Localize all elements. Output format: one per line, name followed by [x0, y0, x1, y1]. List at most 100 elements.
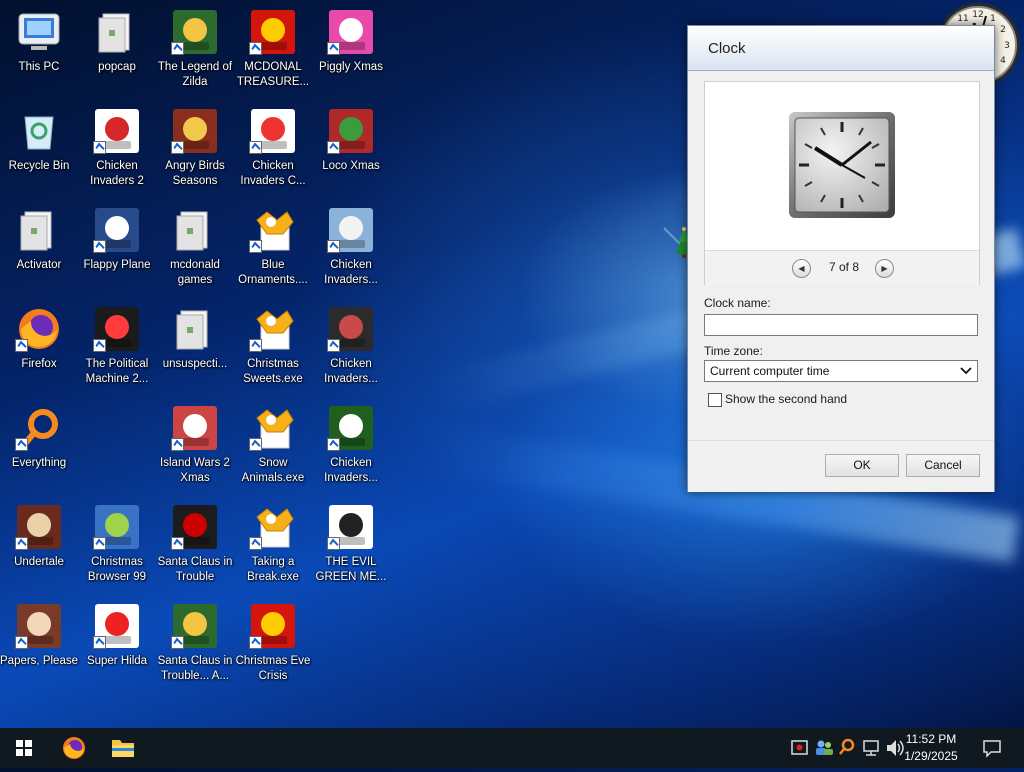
shortcut-arrow-icon	[327, 240, 340, 253]
show-second-hand-checkbox[interactable]	[708, 393, 722, 407]
shortcut-arrow-icon	[93, 537, 106, 550]
desktop-icon-label: Flappy Plane	[83, 259, 151, 271]
desktop-icon[interactable]: Activator	[0, 200, 78, 298]
tray-security-button[interactable]	[788, 728, 812, 768]
desktop-icon[interactable]: Chicken Invaders 2	[78, 101, 156, 199]
previous-clock-button[interactable]: ◀	[792, 259, 811, 278]
shortcut-arrow-icon	[171, 438, 184, 451]
desktop-icon[interactable]: Recycle Bin	[0, 101, 78, 199]
desktop-icon[interactable]: This PC	[0, 2, 78, 100]
desktop-icon-label: Taking a Break.exe	[247, 556, 299, 583]
shortcut-arrow-icon	[15, 537, 28, 550]
desktop-icon[interactable]: Snow Animals.exe	[234, 398, 312, 496]
desktop-icon[interactable]: Christmas Eve Crisis	[234, 596, 312, 694]
tray-network-button[interactable]	[860, 728, 882, 768]
shortcut-arrow-icon	[327, 141, 340, 154]
desktop-icon[interactable]: Loco Xmas	[312, 101, 390, 199]
next-clock-button[interactable]: ▶	[875, 259, 894, 278]
shortcut-arrow-icon	[171, 537, 184, 550]
desktop-icon[interactable]: The Political Machine 2...	[78, 299, 156, 397]
shortcut-arrow-icon	[327, 438, 340, 451]
desktop-icon[interactable]: Island Wars 2 Xmas	[156, 398, 234, 496]
shortcut-arrow-icon	[171, 141, 184, 154]
desktop-icon-label: Everything	[11, 457, 67, 469]
desktop-icon[interactable]: Piggly Xmas	[312, 2, 390, 100]
desktop-icon-label: Santa Claus in Trouble	[157, 556, 233, 583]
desktop-icon-label: This PC	[18, 61, 60, 73]
taskbar-date: 1/29/2025	[904, 749, 958, 763]
desktop-icon[interactable]: Chicken Invaders...	[312, 299, 390, 397]
ok-button[interactable]: OK	[825, 454, 899, 477]
desktop-icon-label: Chicken Invaders...	[324, 457, 378, 484]
preview-navigation: ◀ 7 of 8 ▶	[705, 250, 979, 285]
tray-users-button[interactable]	[812, 728, 836, 768]
desktop-icon-label: Piggly Xmas	[319, 61, 383, 73]
clock-name-input[interactable]	[704, 314, 978, 336]
folder-icon	[15, 206, 63, 254]
cancel-button[interactable]: Cancel	[906, 454, 980, 477]
network-icon	[863, 740, 879, 756]
desktop-icon[interactable]: popcap	[78, 2, 156, 100]
time-zone-select[interactable]: Current computer time	[704, 360, 978, 382]
desktop-icon-label: Firefox	[21, 358, 57, 370]
desktop-icon[interactable]: Taking a Break.exe	[234, 497, 312, 595]
svg-text:12: 12	[972, 10, 983, 20]
taskbar: 11:52 PM 1/29/2025	[0, 728, 1024, 768]
firefox-icon	[63, 737, 85, 759]
desktop-icon-label: Blue Ornaments....	[238, 259, 308, 286]
shortcut-arrow-icon	[171, 636, 184, 649]
desktop-icon[interactable]: Santa Claus in Trouble	[156, 497, 234, 595]
desktop-icon-label: Island Wars 2 Xmas	[160, 457, 230, 484]
shortcut-arrow-icon	[249, 240, 262, 253]
start-button[interactable]	[0, 728, 48, 768]
shortcut-arrow-icon	[15, 339, 28, 352]
desktop-icon[interactable]: Chicken Invaders...	[312, 200, 390, 298]
svg-text:2: 2	[1000, 25, 1006, 35]
desktop-icon[interactable]: Firefox	[0, 299, 78, 397]
desktop-icon-label: The Political Machine 2...	[85, 358, 149, 385]
taskbar-firefox-button[interactable]	[50, 728, 98, 768]
tray-search-button[interactable]	[836, 728, 858, 768]
desktop-icon[interactable]: mcdonald games	[156, 200, 234, 298]
desktop-icon[interactable]: MCDONAL TREASURE...	[234, 2, 312, 100]
desktop-icon-label: Snow Animals.exe	[241, 457, 305, 484]
desktop-icon[interactable]: Chicken Invaders C...	[234, 101, 312, 199]
desktop-icon[interactable]: The Legend of Zilda	[156, 2, 234, 100]
desktop-icon-label: popcap	[98, 61, 136, 73]
shortcut-arrow-icon	[93, 141, 106, 154]
chevron-down-icon	[958, 362, 974, 380]
desktop-icon[interactable]: Blue Ornaments....	[234, 200, 312, 298]
desktop-icon[interactable]: Angry Birds Seasons	[156, 101, 234, 199]
clock-face-preview	[789, 112, 895, 218]
taskbar-clock[interactable]: 11:52 PM 1/29/2025	[896, 731, 966, 765]
taskbar-file-explorer-button[interactable]	[99, 728, 147, 768]
show-second-hand-label[interactable]: Show the second hand	[725, 392, 847, 406]
folder-icon	[171, 206, 219, 254]
desktop-icon[interactable]: Papers, Please	[0, 596, 78, 694]
shortcut-arrow-icon	[249, 537, 262, 550]
desktop-icon[interactable]: Christmas Browser 99	[78, 497, 156, 595]
shortcut-arrow-icon	[93, 339, 106, 352]
desktop-icon-label: Christmas Eve Crisis	[235, 655, 311, 682]
desktop-icon[interactable]: Everything	[0, 398, 78, 496]
action-center-button[interactable]	[978, 728, 1006, 768]
desktop-icon[interactable]: Undertale	[0, 497, 78, 595]
shortcut-arrow-icon	[327, 339, 340, 352]
desktop-icon[interactable]: Flappy Plane	[78, 200, 156, 298]
desktop-icon[interactable]: Super Hilda	[78, 596, 156, 694]
folder-icon	[93, 8, 141, 56]
desktop-icon-label: MCDONAL TREASURE...	[236, 61, 310, 88]
shortcut-arrow-icon	[249, 438, 262, 451]
desktop-icon-label: mcdonald games	[170, 259, 220, 286]
shortcut-arrow-icon	[327, 537, 340, 550]
recycle-bin-icon	[15, 107, 63, 155]
desktop-icon[interactable]: Chicken Invaders...	[312, 398, 390, 496]
desktop-icon-label: Chicken Invaders...	[324, 259, 378, 286]
svg-text:4: 4	[1000, 56, 1006, 66]
desktop-icon[interactable]: unsuspecti...	[156, 299, 234, 397]
desktop-icon[interactable]: THE EVIL GREEN ME...	[312, 497, 390, 595]
dialog-titlebar[interactable]: Clock	[688, 26, 994, 71]
desktop-icon[interactable]: Christmas Sweets.exe	[234, 299, 312, 397]
desktop-icon[interactable]: Santa Claus in Trouble... A...	[156, 596, 234, 694]
svg-text:11: 11	[957, 14, 968, 24]
